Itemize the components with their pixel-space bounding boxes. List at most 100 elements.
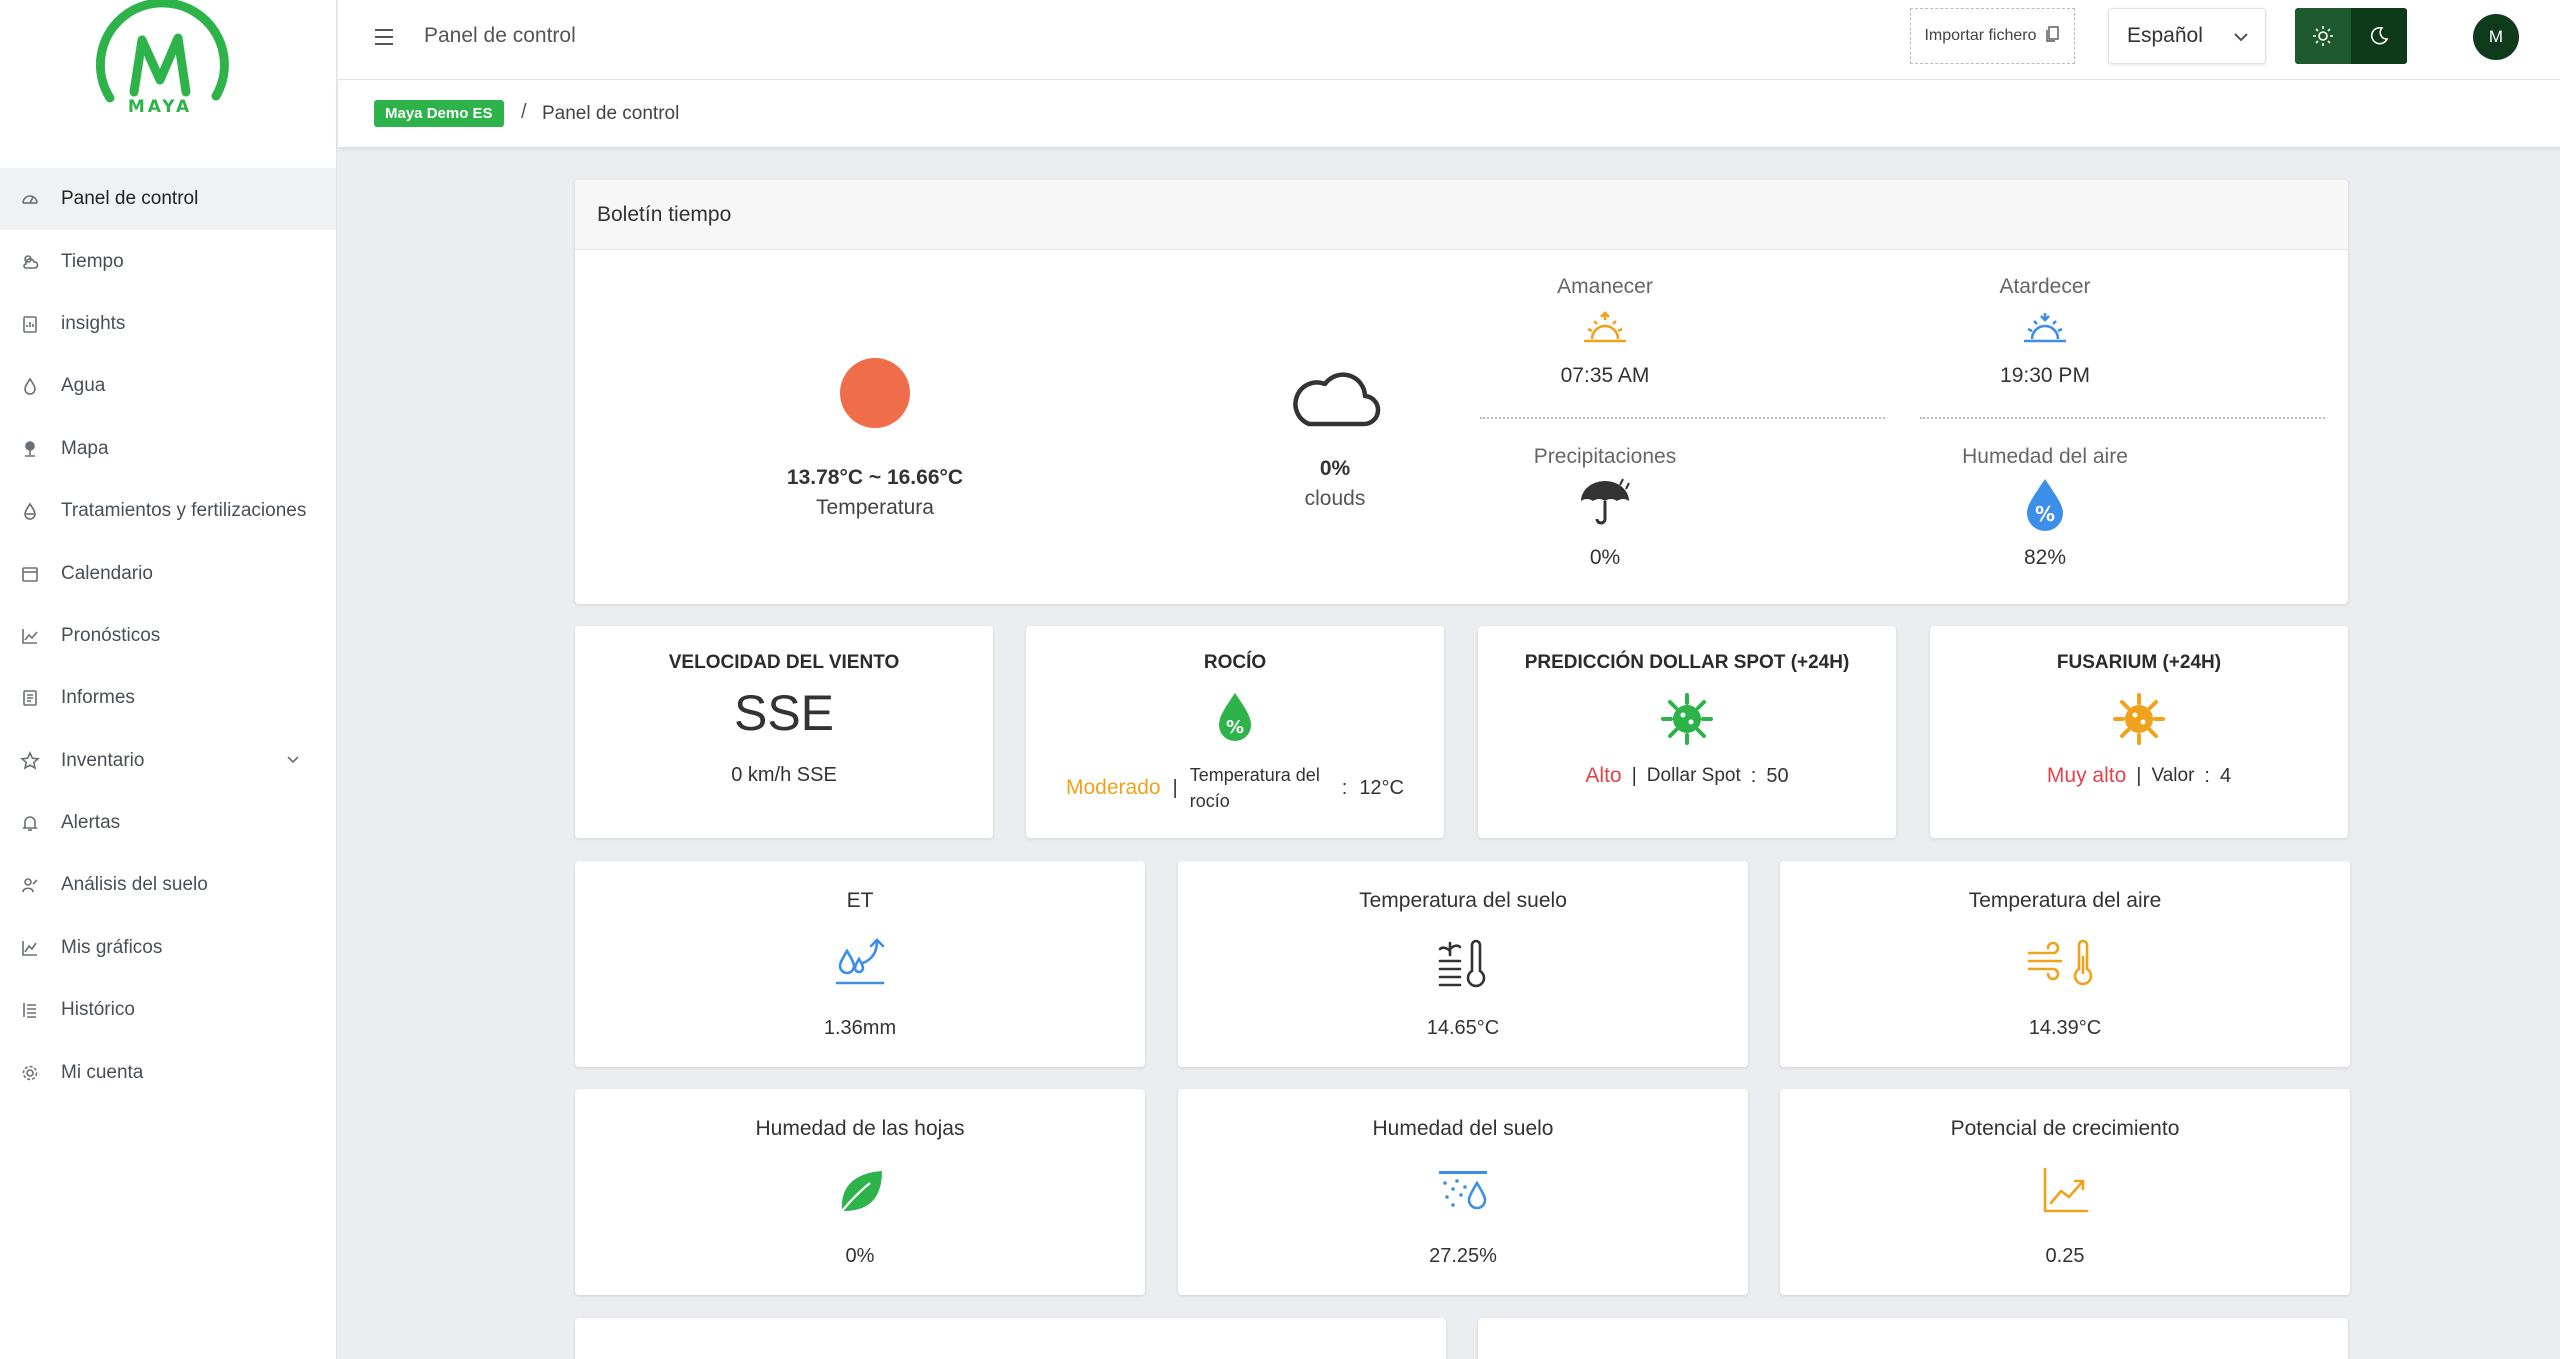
evapotranspiration-icon — [833, 937, 887, 994]
sidebar-item-tratamientos[interactable]: Tratamientos y fertilizaciones — [0, 480, 336, 542]
sidebar-item-mis-graficos[interactable]: Mis gráficos — [0, 917, 336, 979]
sidebar-item-label: Alertas — [61, 812, 121, 834]
soil-temperature-icon — [1436, 937, 1490, 994]
sun-icon — [840, 358, 910, 428]
separator: | — [1172, 776, 1178, 799]
sidebar-item-mapa[interactable]: Mapa — [0, 418, 336, 480]
weather-card: Boletín tiempo 13.78°C ~ 16.66°C Tempera… — [575, 180, 2348, 604]
sunset-label: Atardecer — [1999, 275, 2091, 298]
air-humidity-value: 82% — [2023, 546, 2067, 569]
user-avatar[interactable]: M — [2473, 14, 2519, 60]
wind-speed-value: 0 km/h SSE — [731, 764, 837, 786]
hamburger-icon[interactable] — [373, 26, 395, 48]
sidebar-item-label: Calendario — [61, 562, 153, 584]
sidebar-item-label: Pronósticos — [61, 624, 161, 646]
virus-icon — [2111, 691, 2167, 752]
weather-card-title: Boletín tiempo — [575, 180, 2348, 250]
growth-chart-icon — [2039, 1165, 2091, 1222]
maya-logo[interactable]: MAYA — [88, 0, 233, 140]
sidebar-item-tiempo[interactable]: Tiempo — [0, 230, 336, 292]
metric-title: Humedad de las hojas — [755, 1117, 965, 1140]
bottom-card — [1478, 1318, 2348, 1359]
chart-icon — [18, 936, 42, 960]
sidebar-item-informes[interactable]: Informes — [0, 667, 336, 729]
sidebar-item-inventario[interactable]: Inventario — [0, 730, 336, 792]
clouds-value: 0% — [1319, 457, 1351, 480]
colon: : — [1341, 776, 1348, 799]
air-humidity-block: Humedad del aire % 82% — [1920, 445, 2170, 570]
air-temperature-icon — [2025, 937, 2105, 994]
sidebar-item-label: Mapa — [61, 437, 109, 459]
sidebar-item-label: Mis gráficos — [61, 936, 163, 958]
dollar-spot-level: Alto — [1585, 764, 1622, 787]
wind-speed-card: VELOCIDAD DEL VIENTO SSE 0 km/h SSE — [575, 626, 993, 838]
copy-icon — [2045, 25, 2061, 48]
sunset-time: 19:30 PM — [2000, 364, 2090, 387]
humidity-drop-icon: % — [2027, 479, 2063, 531]
colon: : — [2204, 764, 2210, 787]
account-badge[interactable]: Maya Demo ES — [374, 100, 504, 127]
sunset-block: Atardecer 19:30 PM — [1920, 275, 2170, 388]
sidebar-item-pronosticos[interactable]: Pronósticos — [0, 605, 336, 667]
clouds-label: clouds — [1304, 487, 1366, 510]
drop-icon — [18, 374, 42, 398]
dark-mode-button[interactable] — [2351, 8, 2407, 64]
breadcrumb-current: Panel de control — [542, 103, 680, 124]
dew-label: Temperatura del rocío — [1189, 765, 1320, 811]
import-file-button[interactable]: Importar fichero — [1910, 8, 2075, 64]
temperature-block: 13.78°C ~ 16.66°C Temperatura — [725, 358, 1025, 520]
metric-value: 1.36mm — [823, 1017, 897, 1039]
dew-level: Moderado — [1065, 776, 1161, 799]
fusarium-card: FUSARIUM (+24H) Muy alto | Valor : 4 — [1930, 626, 2348, 838]
wind-speed-title: VELOCIDAD DEL VIENTO — [668, 652, 900, 673]
history-icon — [18, 998, 42, 1022]
et-card: ET 1.36mm — [575, 861, 1145, 1067]
dollar-spot-title: PREDICCIÓN DOLLAR SPOT (+24H) — [1524, 652, 1850, 673]
air-humidity-label: Humedad del aire — [1962, 445, 2128, 468]
sidebar-item-mi-cuenta[interactable]: Mi cuenta — [0, 1041, 336, 1103]
svg-text:%: % — [1226, 717, 1244, 738]
precipitation-label: Precipitaciones — [1533, 445, 1677, 468]
sidebar-item-analisis-suelo[interactable]: Análisis del suelo — [0, 854, 336, 916]
air-temperature-card: Temperatura del aire 14.39°C — [1780, 861, 2350, 1067]
report-icon — [18, 686, 42, 710]
chevron-down-icon[interactable] — [284, 751, 302, 775]
sidebar-item-agua[interactable]: Agua — [0, 355, 336, 417]
divider — [1920, 417, 2325, 419]
sidebar-item-label: insights — [61, 312, 126, 334]
sidebar-item-alertas[interactable]: Alertas — [0, 792, 336, 854]
sidebar-item-panel-de-control[interactable]: Panel de control — [0, 168, 336, 231]
sunrise-block: Amanecer 07:35 AM — [1480, 275, 1730, 388]
svg-text:MAYA: MAYA — [128, 97, 192, 117]
top-header: Panel de control Importar fichero Españo… — [338, 0, 2560, 80]
leaf-humidity-card: Humedad de las hojas 0% — [575, 1089, 1145, 1295]
sidebar-item-label: Tratamientos y fertilizaciones — [61, 500, 307, 522]
sunrise-time: 07:35 AM — [1560, 364, 1650, 387]
sidebar-item-label: Panel de control — [61, 188, 199, 210]
growth-potential-card: Potencial de crecimiento 0.25 — [1780, 1089, 2350, 1295]
sidebar-item-insights[interactable]: insights — [0, 293, 336, 355]
metric-value: 27.25% — [1429, 1245, 1497, 1267]
sidebar-item-label: Histórico — [61, 999, 135, 1021]
soil-icon — [18, 873, 42, 897]
dollar-spot-card: PREDICCIÓN DOLLAR SPOT (+24H) Alto | Dol… — [1478, 626, 1896, 838]
trend-icon — [18, 624, 42, 648]
virus-icon — [1659, 691, 1715, 752]
precipitation-value: 0% — [1589, 546, 1621, 569]
sidebar: MAYA Panel de control Tiempo insights Ag… — [0, 0, 337, 1359]
metric-title: Potencial de crecimiento — [1950, 1117, 2180, 1140]
dew-card: ROCÍO % Moderado | Temperatura del rocío… — [1026, 626, 1444, 838]
sidebar-item-calendario[interactable]: Calendario — [0, 542, 336, 604]
theme-toggle[interactable] — [2295, 8, 2407, 64]
metric-title: Temperatura del aire — [1968, 889, 2162, 912]
language-select[interactable]: Español — [2108, 8, 2266, 64]
separator: | — [2136, 764, 2142, 787]
metric-value: 14.65°C — [1426, 1017, 1500, 1039]
calendar-icon — [18, 562, 42, 586]
umbrella-icon — [1581, 478, 1630, 525]
language-value: Español — [2127, 24, 2203, 47]
sidebar-item-historico[interactable]: Histórico — [0, 979, 336, 1041]
light-mode-button[interactable] — [2295, 8, 2351, 64]
leaf-icon — [834, 1165, 886, 1222]
cloud-icon — [1293, 372, 1381, 427]
